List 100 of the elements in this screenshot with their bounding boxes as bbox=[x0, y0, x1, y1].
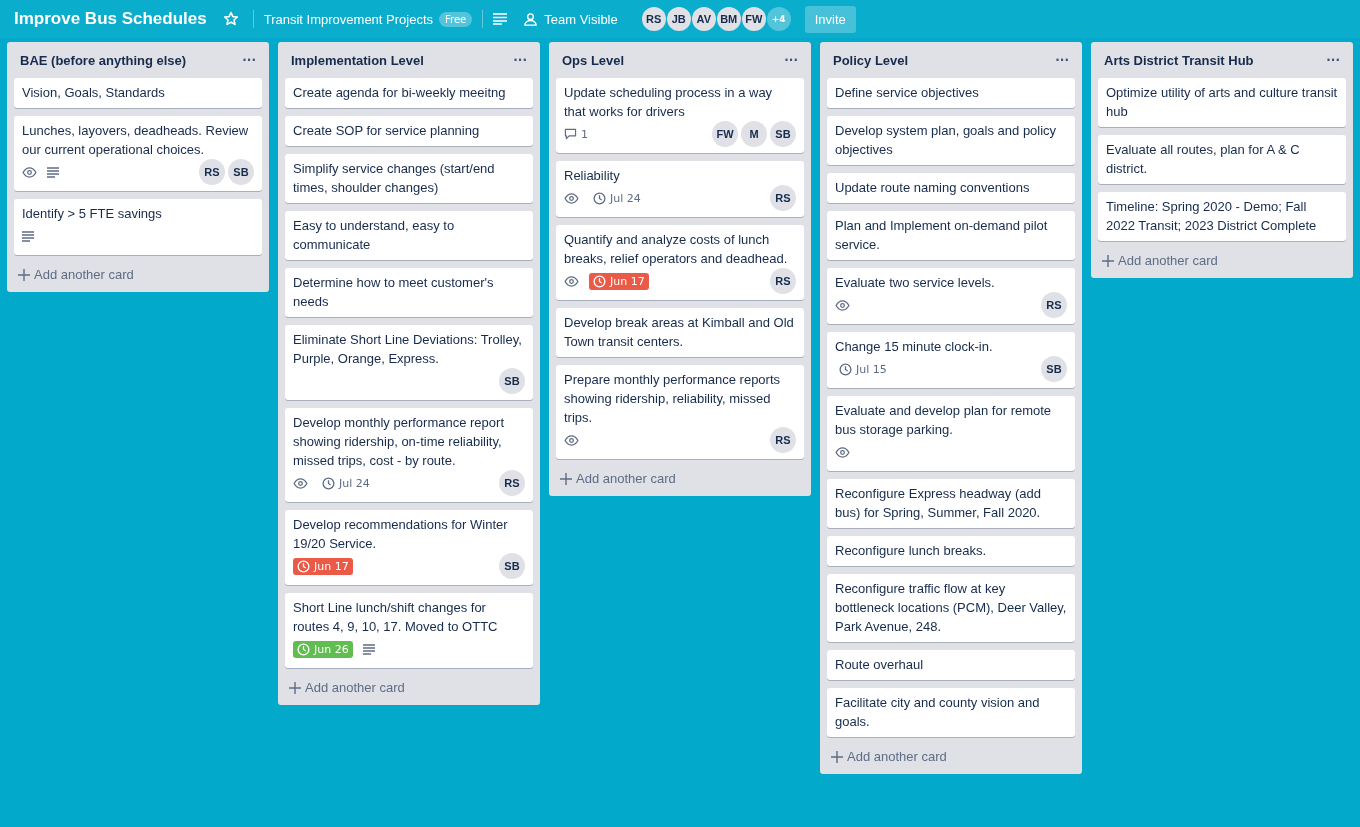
card-title: Optimize utility of arts and culture transit hub bbox=[1106, 84, 1338, 121]
card[interactable]: Evaluate all routes, plan for A & C district. bbox=[1098, 135, 1346, 184]
add-card-button[interactable]: Add another card bbox=[14, 263, 138, 286]
card[interactable]: Vision, Goals, Standards bbox=[14, 78, 262, 108]
add-card-button[interactable]: Add another card bbox=[1098, 249, 1222, 272]
card-title: Timeline: Spring 2020 - Demo; Fall 2022 Transit; 2023 District Complete bbox=[1106, 198, 1318, 235]
card[interactable]: Create SOP for service planning bbox=[285, 116, 533, 146]
card-title: Update route naming conventions bbox=[835, 179, 1031, 197]
card[interactable]: Develop break areas at Kimball and Old Town transit centers. bbox=[556, 308, 804, 357]
card[interactable]: Reconfigure lunch breaks. bbox=[827, 536, 1075, 566]
member-avatar[interactable]: RS bbox=[770, 268, 796, 294]
member-avatar[interactable]: BM bbox=[716, 7, 741, 31]
card[interactable]: Facilitate city and county vision and goals. bbox=[827, 688, 1075, 737]
member-avatar[interactable]: RS bbox=[199, 159, 225, 185]
list-menu-button[interactable]: ··· bbox=[1326, 53, 1340, 67]
eye-icon bbox=[293, 477, 308, 489]
list-title[interactable]: Arts District Transit Hub bbox=[1104, 52, 1254, 68]
list-title[interactable]: Implementation Level bbox=[291, 52, 424, 68]
add-card-button[interactable]: Add another card bbox=[827, 745, 951, 768]
card[interactable]: Short Line lunch/shift changes for routes 4, 9, 10, 17. Moved to OTTC Jun 26 bbox=[285, 593, 533, 668]
card-title: Change 15 minute clock-in. bbox=[835, 338, 994, 356]
card[interactable]: Reliability Jul 24 RS bbox=[556, 161, 804, 217]
card[interactable]: Define service objectives bbox=[827, 78, 1075, 108]
member-avatar[interactable]: SB bbox=[1041, 356, 1067, 382]
card[interactable]: Update route naming conventions bbox=[827, 173, 1075, 203]
eye-icon bbox=[564, 192, 579, 204]
list-menu-button[interactable]: ··· bbox=[784, 53, 798, 67]
card[interactable]: Route overhaul bbox=[827, 650, 1075, 680]
list-menu-button[interactable]: ··· bbox=[513, 53, 527, 67]
card[interactable]: Quantify and analyze costs of lunch breaks, relief operators and deadhead. Jun 17 RS bbox=[556, 225, 804, 300]
eye-icon bbox=[835, 446, 850, 458]
member-avatar[interactable]: SB bbox=[228, 159, 254, 185]
plus-icon bbox=[289, 681, 301, 694]
card-title: Reconfigure Express headway (add bus) for Spring, Summer, Fall 2020. bbox=[835, 485, 1042, 522]
member-avatar[interactable]: M bbox=[741, 121, 767, 147]
description-icon bbox=[47, 166, 59, 178]
card[interactable]: Develop monthly performance report showing ridership, on-time reliability, missed trips, cost - by route. Jul 24 RS bbox=[285, 408, 533, 502]
list-title[interactable]: BAE (before anything else) bbox=[20, 52, 187, 68]
menu-icon[interactable] bbox=[493, 13, 508, 25]
card[interactable]: Reconfigure Express headway (add bus) for Spring, Summer, Fall 2020. bbox=[827, 479, 1075, 528]
add-card-button[interactable]: Add another card bbox=[285, 676, 409, 699]
member-avatar[interactable]: SB bbox=[499, 553, 525, 579]
eye-icon bbox=[835, 299, 850, 311]
member-avatar[interactable]: FW bbox=[741, 7, 766, 31]
card[interactable]: Plan and Implement on-demand pilot service. bbox=[827, 211, 1075, 260]
add-card-button[interactable]: Add another card bbox=[556, 467, 680, 490]
card-title: Evaluate and develop plan for remote bus storage parking. bbox=[835, 402, 1053, 439]
card-title: Reconfigure traffic flow at key bottleneck locations (PCM), Deer Valley, Park Avenue, 248. bbox=[835, 580, 1067, 636]
card[interactable]: Reconfigure traffic flow at key bottleneck locations (PCM), Deer Valley, Park Avenue, 248. bbox=[827, 574, 1075, 642]
plus-icon bbox=[1102, 254, 1114, 267]
member-avatar[interactable]: SB bbox=[770, 121, 796, 147]
member-avatar[interactable]: JB bbox=[666, 7, 691, 31]
plan-badge: Free bbox=[439, 11, 473, 27]
card-title: Plan and Implement on-demand pilot service. bbox=[835, 217, 1049, 254]
card-title: Evaluate all routes, plan for A & C district. bbox=[1106, 141, 1301, 178]
card-title: Simplify service changes (start/end times, shoulder changes) bbox=[293, 160, 496, 197]
card[interactable]: Easy to understand, easy to communicate bbox=[285, 211, 533, 260]
card[interactable]: Update scheduling process in a way that works for drivers 1 FW M SB bbox=[556, 78, 804, 153]
card[interactable]: Evaluate and develop plan for remote bus storage parking. bbox=[827, 396, 1075, 471]
card-title: Prepare monthly performance reports showing ridership, reliability, missed trips. bbox=[564, 371, 782, 427]
card[interactable]: Lunches, layovers, deadheads. Review our current operational choices. RS SB bbox=[14, 116, 262, 191]
plus-icon bbox=[831, 750, 843, 763]
card[interactable]: Identify > 5 FTE savings bbox=[14, 199, 262, 255]
list-title[interactable]: Policy Level bbox=[833, 52, 909, 68]
member-avatar[interactable]: RS bbox=[1041, 292, 1067, 318]
card[interactable]: Evaluate two service levels. RS bbox=[827, 268, 1075, 324]
team-icon bbox=[523, 11, 539, 27]
card-title: Eliminate Short Line Deviations: Trolley, Purple, Orange, Express. bbox=[293, 331, 523, 368]
member-avatar[interactable]: RS bbox=[770, 427, 796, 453]
star-icon[interactable] bbox=[222, 11, 239, 27]
card-title: Define service objectives bbox=[835, 84, 980, 102]
card[interactable]: Timeline: Spring 2020 - Demo; Fall 2022 Transit; 2023 District Complete bbox=[1098, 192, 1346, 241]
list-menu-button[interactable]: ··· bbox=[1055, 53, 1069, 67]
card[interactable]: Develop recommendations for Winter 19/20 Service. Jun 17 SB bbox=[285, 510, 533, 585]
card-title: Reliability bbox=[564, 167, 621, 185]
card[interactable]: Create agenda for bi-weekly meeitng bbox=[285, 78, 533, 108]
card-title: Quantify and analyze costs of lunch breaks, relief operators and deadhead. bbox=[564, 231, 789, 268]
card[interactable]: Simplify service changes (start/end times, shoulder changes) bbox=[285, 154, 533, 203]
comment-count: 1 bbox=[564, 127, 588, 141]
card-title: Short Line lunch/shift changes for routes 4, 9, 10, 17. Moved to OTTC bbox=[293, 599, 499, 636]
card[interactable]: Optimize utility of arts and culture transit hub bbox=[1098, 78, 1346, 127]
member-avatar[interactable]: SB bbox=[499, 368, 525, 394]
member-avatar[interactable]: FW bbox=[712, 121, 738, 147]
plus-icon bbox=[18, 268, 30, 281]
due-date-badge: Jul 24 bbox=[318, 474, 374, 492]
card[interactable]: Determine how to meet customer's needs bbox=[285, 268, 533, 317]
due-date-badge: Jun 17 bbox=[293, 557, 353, 575]
description-icon bbox=[362, 643, 375, 655]
card[interactable]: Eliminate Short Line Deviations: Trolley, Purple, Orange, Express. SB bbox=[285, 325, 533, 400]
due-date-badge: Jun 26 bbox=[293, 640, 353, 658]
member-avatar[interactable]: RS bbox=[499, 470, 525, 496]
member-avatar[interactable]: AV bbox=[691, 7, 716, 31]
list-menu-button[interactable]: ··· bbox=[242, 53, 256, 67]
member-avatar[interactable]: RS bbox=[770, 185, 796, 211]
card[interactable]: Prepare monthly performance reports showing ridership, reliability, missed trips. RS bbox=[556, 365, 804, 459]
card[interactable]: Change 15 minute clock-in. Jul 15 SB bbox=[827, 332, 1075, 388]
card[interactable]: Develop system plan, goals and policy objectives bbox=[827, 116, 1075, 165]
list-title[interactable]: Ops Level bbox=[562, 52, 625, 68]
due-date-badge: Jul 15 bbox=[835, 360, 891, 378]
member-avatar[interactable]: RS bbox=[641, 7, 666, 31]
